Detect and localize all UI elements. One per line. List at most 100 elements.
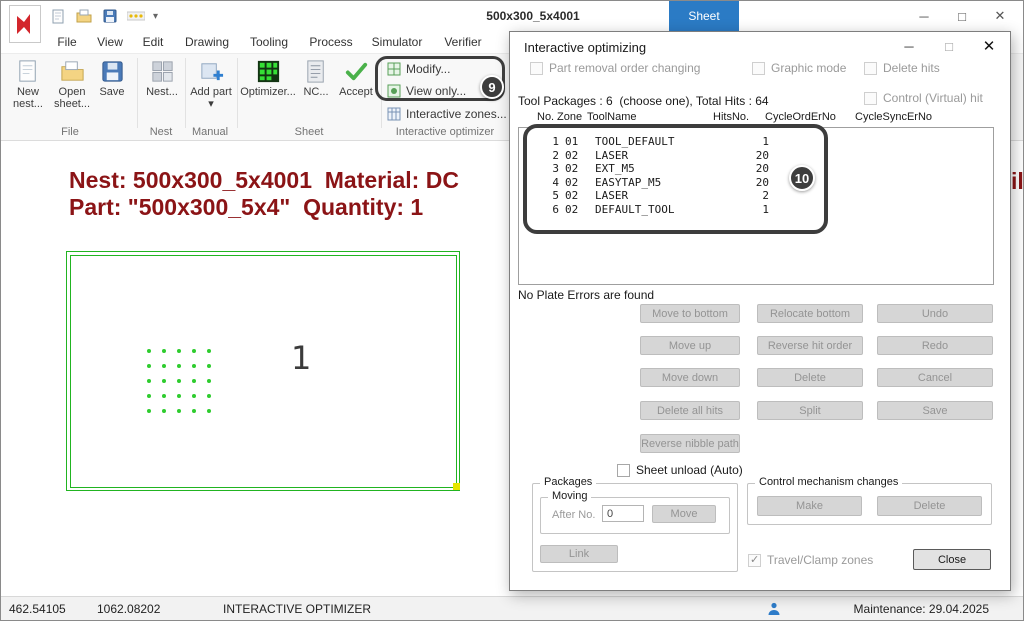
callout-9: 9 (480, 75, 504, 99)
delete-all-hits-button[interactable]: Delete all hits (640, 401, 740, 420)
new-nest-icon (15, 58, 42, 85)
checkbox-box (864, 62, 877, 75)
menu-edit[interactable]: Edit (135, 31, 171, 53)
nc-button[interactable]: NC... (299, 58, 333, 122)
maximize-icon[interactable]: □ (943, 1, 981, 31)
reverse-hit-order-button[interactable]: Reverse hit order (757, 336, 863, 355)
menu-file[interactable]: File (49, 31, 85, 53)
link-button[interactable]: Link (540, 545, 618, 563)
tool-row[interactable]: 1 01 TOOL_DEFAULT 1 (527, 135, 993, 149)
statusbar: 462.54105 1062.08202 INTERACTIVE OPTIMIZ… (1, 596, 1024, 621)
menu-simulator[interactable]: Simulator (365, 31, 429, 53)
checkbox-control-virtual-hit[interactable]: Control (Virtual) hit (864, 91, 983, 105)
column-header-no: No. (537, 111, 554, 123)
delete-control-button[interactable]: Delete (877, 496, 982, 516)
checkbox-graphic-mode[interactable]: Graphic mode (752, 61, 846, 75)
hit-dot (177, 349, 181, 353)
accept-button[interactable]: Accept (335, 58, 377, 122)
dialog-maximize-icon[interactable]: □ (940, 36, 958, 56)
nc-icon (303, 58, 330, 85)
qat-open-icon[interactable] (75, 8, 93, 24)
tool-row-no: 4 (527, 176, 559, 190)
tool-row[interactable]: 5 02 LASER 2 (527, 189, 993, 203)
checkbox-sheet-unload[interactable]: Sheet unload (Auto) (617, 463, 743, 477)
close-icon[interactable]: ✕ (981, 1, 1019, 31)
qat-new-icon[interactable] (49, 8, 67, 24)
menu-view[interactable]: View (91, 31, 129, 53)
checkbox-label: Travel/Clamp zones (767, 553, 873, 567)
tool-row-zone: 02 (565, 176, 589, 190)
menu-drawing[interactable]: Drawing (177, 31, 237, 53)
moving-group-label: Moving (548, 490, 591, 502)
checkbox-travel-clamp-zones[interactable]: ✓ Travel/Clamp zones (748, 553, 873, 567)
move-button[interactable]: Move (652, 505, 716, 523)
tool-row-name: TOOL_DEFAULT (595, 135, 727, 149)
hit-dot (147, 394, 151, 398)
status-mode: INTERACTIVE OPTIMIZER (223, 597, 371, 621)
app-logo[interactable] (9, 5, 41, 43)
titlebar: ▾ 500x300_5x4001 Sheet ─ □ ✕ (1, 1, 1024, 31)
view-only-icon (387, 84, 401, 98)
after-no-input[interactable] (602, 505, 644, 522)
tool-row-no: 5 (527, 189, 559, 203)
minimize-icon[interactable]: ─ (905, 1, 943, 31)
delete-button[interactable]: Delete (757, 368, 863, 387)
column-header-cycleorderno: CycleOrdErNo (765, 111, 836, 123)
qat-save-icon[interactable] (101, 8, 119, 24)
modify-button[interactable]: Modify... (387, 60, 450, 78)
ribbon-separator (381, 58, 382, 128)
relocate-bottom-button[interactable]: Relocate bottom (757, 304, 863, 323)
menu-verifier[interactable]: Verifier (435, 31, 491, 53)
add-part-button[interactable]: Add part ▾ (189, 58, 233, 122)
hit-dot (162, 409, 166, 413)
redo-button[interactable]: Redo (877, 336, 993, 355)
column-header-toolname: ToolName (587, 111, 637, 123)
open-sheet-button[interactable]: Open sheet... (51, 58, 93, 122)
optimizer-button[interactable]: Optimizer... (241, 58, 295, 122)
menu-tooling[interactable]: Tooling (241, 31, 297, 53)
qat-toolbars-icon[interactable] (127, 8, 145, 24)
column-header-zone: Zone (557, 111, 582, 123)
support-icon[interactable] (766, 601, 782, 617)
tool-row-zone: 02 (565, 149, 589, 163)
tool-list[interactable]: 1 01 TOOL_DEFAULT 1 2 02 LASER 20 3 02 E… (518, 127, 994, 285)
new-nest-button[interactable]: New nest... (7, 58, 49, 122)
hit-dot (177, 364, 181, 368)
move-down-button[interactable]: Move down (640, 368, 740, 387)
menu-process[interactable]: Process (303, 31, 359, 53)
save-label: Save (99, 86, 124, 98)
checkbox-label: Graphic mode (771, 61, 846, 75)
open-sheet-label: Open sheet... (51, 86, 93, 110)
dialog-close-icon[interactable]: ✕ (980, 36, 998, 56)
nest-button[interactable]: Nest... (143, 58, 181, 122)
tool-row[interactable]: 2 02 LASER 20 (527, 149, 993, 163)
dialog-minimize-icon[interactable]: ─ (900, 36, 918, 56)
hit-dot (192, 349, 196, 353)
check-icon: ✓ (750, 553, 759, 566)
save-button-dialog[interactable]: Save (877, 401, 993, 420)
tool-row[interactable]: 4 02 EASYTAP_M5 20 (527, 176, 993, 190)
close-button[interactable]: Close (913, 549, 991, 570)
view-only-button[interactable]: View only... (387, 82, 466, 100)
hit-dot (177, 409, 181, 413)
nest-icon (149, 58, 176, 85)
checkbox-part-removal-order[interactable]: Part removal order changing (530, 61, 700, 75)
tool-row[interactable]: 6 02 DEFAULT_TOOL 1 (527, 203, 993, 217)
callout-10: 10 (789, 165, 815, 191)
hit-dot (162, 379, 166, 383)
save-button[interactable]: Save (95, 58, 129, 122)
interactive-zones-button[interactable]: Interactive zones... (387, 105, 507, 123)
tool-row[interactable]: 3 02 EXT_M5 20 (527, 162, 993, 176)
move-up-button[interactable]: Move up (640, 336, 740, 355)
undo-button[interactable]: Undo (877, 304, 993, 323)
hit-dot (207, 409, 211, 413)
split-button[interactable]: Split (757, 401, 863, 420)
checkbox-delete-hits[interactable]: Delete hits (864, 61, 940, 75)
tool-row-name: EXT_M5 (595, 162, 727, 176)
tab-sheet[interactable]: Sheet (669, 1, 739, 31)
move-to-bottom-button[interactable]: Move to bottom (640, 304, 740, 323)
cancel-button[interactable]: Cancel (877, 368, 993, 387)
make-button[interactable]: Make (757, 496, 862, 516)
qat-customize-icon[interactable]: ▾ (153, 11, 158, 22)
reverse-nibble-path-button[interactable]: Reverse nibble path (640, 434, 740, 453)
